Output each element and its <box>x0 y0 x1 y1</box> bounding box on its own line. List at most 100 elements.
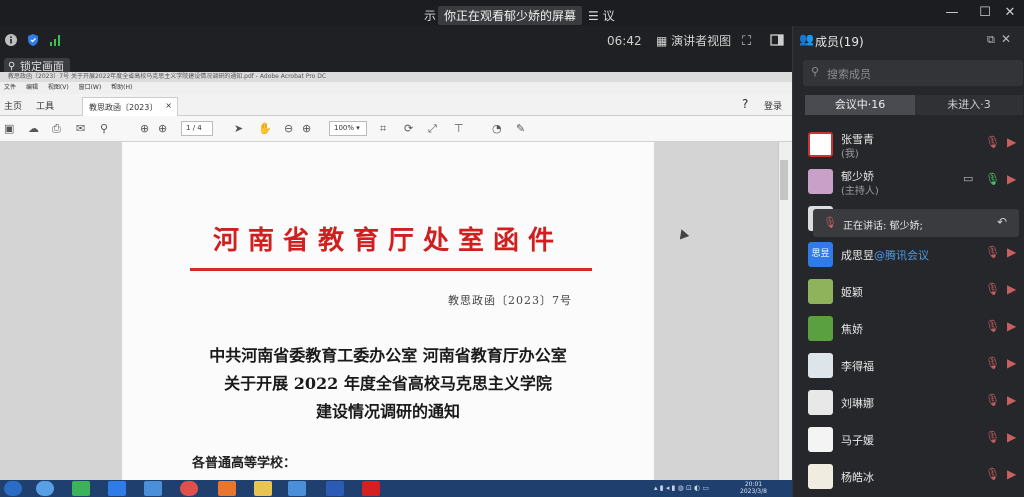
presenter-view-button[interactable]: ▦ 演讲者视图 <box>656 32 731 49</box>
menu-file[interactable]: 文件 <box>4 84 16 91</box>
mic-muted-icon[interactable]: 🎙 <box>985 282 1000 296</box>
member-row[interactable]: 马子媛 🎙 ▶ <box>793 424 1024 460</box>
fit-page-icon[interactable]: ⤢ <box>428 122 437 136</box>
info-icon[interactable] <box>4 33 18 52</box>
camera-off-icon[interactable]: ▶ <box>1007 356 1016 370</box>
select-cursor-icon[interactable]: ➤ <box>234 122 243 135</box>
sign-in-link[interactable]: 登录 <box>764 99 782 112</box>
member-row[interactable]: 思昱 成思昱@腾讯会议 🎙 ▶ <box>793 239 1024 275</box>
crop-icon[interactable]: ⌗ <box>380 122 386 136</box>
members-panel-header: 👥 成员(19) ⧉ ✕ <box>793 26 1024 54</box>
save-icon[interactable]: ▣ <box>4 122 14 135</box>
document-title-line-2: 关于开展 2022 年度全省高校马克思主义学院 <box>224 374 552 393</box>
mic-muted-icon[interactable]: 🎙 <box>985 393 1000 407</box>
mic-muted-icon[interactable]: 🎙 <box>985 245 1000 259</box>
screen-share-icon[interactable]: ▭ <box>963 172 973 185</box>
zoom-out-icon[interactable]: ⊖ <box>284 122 293 135</box>
print-icon[interactable]: ⎙ <box>52 122 61 136</box>
popout-icon[interactable]: ⧉ <box>987 33 995 47</box>
search-icon[interactable]: ⚲ <box>100 122 108 135</box>
office-icon[interactable] <box>218 481 236 496</box>
camera-off-icon[interactable]: ▶ <box>1007 430 1016 444</box>
member-row[interactable]: 李得福 🎙 ▶ <box>793 350 1024 386</box>
page-down-icon[interactable]: ⊕ <box>158 122 167 135</box>
avatar <box>808 427 833 452</box>
shield-icon[interactable] <box>26 33 40 52</box>
reply-icon[interactable]: ↶ <box>997 215 1007 229</box>
camera-off-icon[interactable]: ▶ <box>1007 245 1016 259</box>
acrobat-titlebar: 教思政函〔2023〕7号 关于开展2022年度全省高校马克思主义学院建设情况调研… <box>0 72 792 82</box>
scrollbar-thumb[interactable] <box>780 160 788 200</box>
start-icon[interactable] <box>4 481 22 496</box>
rotate-icon[interactable]: ⟳ <box>404 122 413 135</box>
member-row[interactable]: 焦娇 🎙 ▶ <box>793 313 1024 349</box>
member-row[interactable]: 杨皓冰 🎙 ▶ <box>793 461 1024 497</box>
sidebar-toggle-icon[interactable] <box>770 33 784 52</box>
mail-icon[interactable]: ✉ <box>76 122 85 135</box>
pen-icon[interactable]: ✎ <box>516 122 525 135</box>
member-name: 李得福 <box>841 360 874 373</box>
window-app-icon[interactable] <box>144 481 162 496</box>
menu-view[interactable]: 视图(V) <box>48 84 69 91</box>
member-row[interactable]: 刘琳娜 🎙 ▶ <box>793 387 1024 423</box>
app-window-icon[interactable] <box>288 481 306 496</box>
zoom-in-icon[interactable]: ⊕ <box>302 122 311 135</box>
mic-muted-icon[interactable]: 🎙 <box>985 356 1000 370</box>
mic-muted-icon[interactable]: 🎙 <box>985 467 1000 481</box>
close-button[interactable]: ✕ <box>1000 4 1020 22</box>
comment-icon[interactable]: ◔ <box>492 122 502 135</box>
title-left-text: 示 <box>424 9 437 23</box>
system-tray-icons[interactable]: ▴ ▮ ◂ ▮ ◍ ⊡ ◐ ▭ <box>654 484 709 492</box>
menu-window[interactable]: 窗口(W) <box>79 84 102 91</box>
member-name: 杨皓冰 <box>841 471 874 484</box>
fullscreen-icon[interactable]: ⛶ <box>742 34 751 50</box>
tab-home[interactable]: 主页 <box>4 99 22 112</box>
wechat-icon[interactable] <box>72 481 90 496</box>
camera-off-icon[interactable]: ▶ <box>1007 172 1016 186</box>
member-row[interactable]: 姬颖 🎙 ▶ <box>793 276 1024 312</box>
panel-close-icon[interactable]: ✕ <box>1001 32 1011 46</box>
meeting-timer: 06:42 <box>607 34 642 48</box>
mic-muted-icon[interactable]: 🎙 <box>985 135 1000 149</box>
word-icon[interactable] <box>326 481 344 496</box>
tab-document[interactable]: 教思政函〔2023〕 × <box>82 97 178 116</box>
page-up-icon[interactable]: ⊕ <box>140 122 149 135</box>
chrome-icon[interactable] <box>180 481 198 496</box>
avatar <box>808 390 833 415</box>
page-number-field[interactable]: 1 / 4 <box>181 121 213 136</box>
help-icon[interactable]: ? <box>742 97 748 111</box>
member-row[interactable]: 郁少娇 (主持人) ▭ 🎙 ▶ <box>793 166 1024 202</box>
signal-icon[interactable] <box>48 33 62 52</box>
upload-icon[interactable]: ☁ <box>28 122 39 135</box>
mic-muted-icon[interactable]: 🎙 <box>985 319 1000 333</box>
tab-not-joined[interactable]: 未进入·3 <box>915 95 1023 115</box>
hand-tool-icon[interactable]: ✋ <box>258 122 272 135</box>
avatar <box>808 132 833 157</box>
list-icon[interactable]: ☰ <box>588 9 599 23</box>
folder-icon[interactable] <box>254 481 272 496</box>
member-search-input[interactable]: ⚲ 搜索成员 <box>803 60 1023 86</box>
menu-help[interactable]: 帮助(H) <box>111 84 132 91</box>
member-name: 成思昱@腾讯会议 <box>841 247 929 263</box>
tab-in-meeting[interactable]: 会议中·16 <box>805 95 915 115</box>
browser-icon[interactable] <box>36 481 54 496</box>
meeting-app-icon[interactable] <box>108 481 126 496</box>
maximize-button[interactable]: ☐ <box>975 4 995 22</box>
camera-off-icon[interactable]: ▶ <box>1007 135 1016 149</box>
taskbar-clock[interactable]: 20:01 2023/3/8 <box>740 481 767 495</box>
tab-close-icon[interactable]: × <box>165 101 172 110</box>
tab-tools[interactable]: 工具 <box>36 99 54 112</box>
mic-active-icon[interactable]: 🎙 <box>985 172 1000 186</box>
mic-muted-icon[interactable]: 🎙 <box>985 430 1000 444</box>
tab-document-label: 教思政函〔2023〕 <box>89 103 158 112</box>
camera-off-icon[interactable]: ▶ <box>1007 319 1016 333</box>
acrobat-icon[interactable] <box>362 481 380 496</box>
camera-off-icon[interactable]: ▶ <box>1007 393 1016 407</box>
menu-edit[interactable]: 编辑 <box>26 84 38 91</box>
zoom-select[interactable]: 100% ▾ <box>329 121 367 136</box>
camera-off-icon[interactable]: ▶ <box>1007 467 1016 481</box>
stamp-icon[interactable]: ⊤ <box>454 122 464 135</box>
minimize-button[interactable]: — <box>942 4 962 22</box>
camera-off-icon[interactable]: ▶ <box>1007 282 1016 296</box>
member-row[interactable]: 张雪青 (我) 🎙 ▶ <box>793 129 1024 165</box>
